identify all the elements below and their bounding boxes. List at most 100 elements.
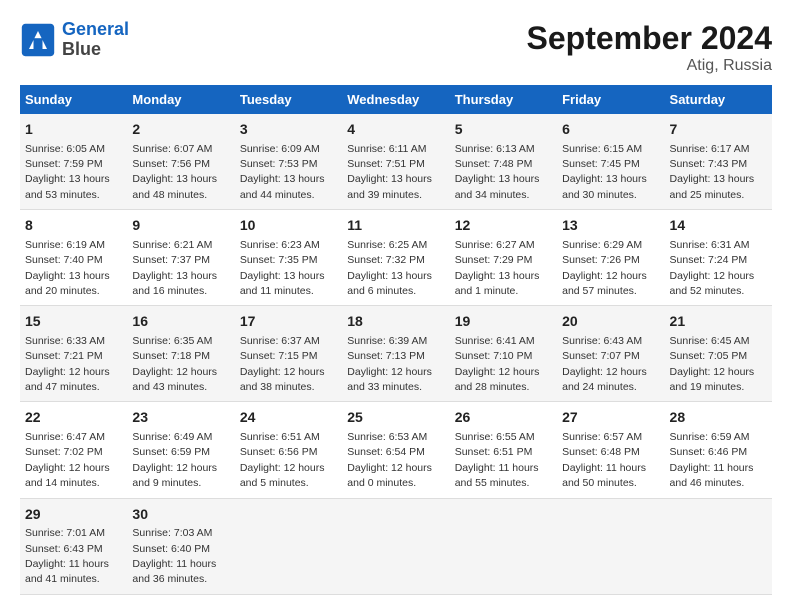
daylight: Daylight: 11 hours and 50 minutes. <box>562 462 646 489</box>
sunrise: Sunrise: 6:41 AM <box>455 335 535 347</box>
weekday-header-wednesday: Wednesday <box>342 85 449 114</box>
sunrise: Sunrise: 6:15 AM <box>562 143 642 155</box>
weekday-header-monday: Monday <box>127 85 234 114</box>
sunset: Sunset: 6:40 PM <box>132 543 210 555</box>
weekday-header-saturday: Saturday <box>665 85 772 114</box>
sunrise: Sunrise: 6:25 AM <box>347 239 427 251</box>
calendar-cell: 15 Sunrise: 6:33 AM Sunset: 7:21 PM Dayl… <box>20 306 127 402</box>
calendar-cell: 12 Sunrise: 6:27 AM Sunset: 7:29 PM Dayl… <box>450 210 557 306</box>
calendar-cell: 23 Sunrise: 6:49 AM Sunset: 6:59 PM Dayl… <box>127 402 234 498</box>
sunrise: Sunrise: 6:57 AM <box>562 431 642 443</box>
sunset: Sunset: 7:18 PM <box>132 350 210 362</box>
daylight: Daylight: 12 hours and 24 minutes. <box>562 366 647 393</box>
day-number: 8 <box>25 216 122 236</box>
calendar-cell: 1 Sunrise: 6:05 AM Sunset: 7:59 PM Dayli… <box>20 114 127 210</box>
sunrise: Sunrise: 6:45 AM <box>670 335 750 347</box>
sunrise: Sunrise: 6:07 AM <box>132 143 212 155</box>
daylight: Daylight: 13 hours and 6 minutes. <box>347 270 432 297</box>
day-number: 9 <box>132 216 229 236</box>
daylight: Daylight: 13 hours and 1 minute. <box>455 270 540 297</box>
day-number: 18 <box>347 312 444 332</box>
day-number: 10 <box>240 216 337 236</box>
calendar-cell: 28 Sunrise: 6:59 AM Sunset: 6:46 PM Dayl… <box>665 402 772 498</box>
sunset: Sunset: 7:51 PM <box>347 158 425 170</box>
day-number: 26 <box>455 408 552 428</box>
calendar-cell <box>342 498 449 594</box>
weekday-header-sunday: Sunday <box>20 85 127 114</box>
day-number: 5 <box>455 120 552 140</box>
daylight: Daylight: 12 hours and 14 minutes. <box>25 462 110 489</box>
calendar-cell: 16 Sunrise: 6:35 AM Sunset: 7:18 PM Dayl… <box>127 306 234 402</box>
calendar-table: SundayMondayTuesdayWednesdayThursdayFrid… <box>20 85 772 595</box>
sunrise: Sunrise: 6:19 AM <box>25 239 105 251</box>
daylight: Daylight: 12 hours and 57 minutes. <box>562 270 647 297</box>
day-number: 6 <box>562 120 659 140</box>
calendar-cell: 8 Sunrise: 6:19 AM Sunset: 7:40 PM Dayli… <box>20 210 127 306</box>
day-number: 12 <box>455 216 552 236</box>
calendar-cell: 21 Sunrise: 6:45 AM Sunset: 7:05 PM Dayl… <box>665 306 772 402</box>
calendar-cell: 7 Sunrise: 6:17 AM Sunset: 7:43 PM Dayli… <box>665 114 772 210</box>
weekday-header-friday: Friday <box>557 85 664 114</box>
calendar-cell: 5 Sunrise: 6:13 AM Sunset: 7:48 PM Dayli… <box>450 114 557 210</box>
calendar-cell: 11 Sunrise: 6:25 AM Sunset: 7:32 PM Dayl… <box>342 210 449 306</box>
day-number: 25 <box>347 408 444 428</box>
day-number: 16 <box>132 312 229 332</box>
sunset: Sunset: 7:15 PM <box>240 350 318 362</box>
sunset: Sunset: 7:48 PM <box>455 158 533 170</box>
sunset: Sunset: 7:43 PM <box>670 158 748 170</box>
daylight: Daylight: 12 hours and 43 minutes. <box>132 366 217 393</box>
daylight: Daylight: 12 hours and 28 minutes. <box>455 366 540 393</box>
day-number: 13 <box>562 216 659 236</box>
day-number: 24 <box>240 408 337 428</box>
sunset: Sunset: 7:35 PM <box>240 254 318 266</box>
daylight: Daylight: 12 hours and 5 minutes. <box>240 462 325 489</box>
sunset: Sunset: 6:54 PM <box>347 446 425 458</box>
calendar-cell: 13 Sunrise: 6:29 AM Sunset: 7:26 PM Dayl… <box>557 210 664 306</box>
calendar-cell: 6 Sunrise: 6:15 AM Sunset: 7:45 PM Dayli… <box>557 114 664 210</box>
sunset: Sunset: 7:29 PM <box>455 254 533 266</box>
calendar-cell: 18 Sunrise: 6:39 AM Sunset: 7:13 PM Dayl… <box>342 306 449 402</box>
calendar-cell: 9 Sunrise: 6:21 AM Sunset: 7:37 PM Dayli… <box>127 210 234 306</box>
sunrise: Sunrise: 6:31 AM <box>670 239 750 251</box>
calendar-cell: 29 Sunrise: 7:01 AM Sunset: 6:43 PM Dayl… <box>20 498 127 594</box>
day-number: 23 <box>132 408 229 428</box>
daylight: Daylight: 13 hours and 11 minutes. <box>240 270 325 297</box>
calendar-week-row: 29 Sunrise: 7:01 AM Sunset: 6:43 PM Dayl… <box>20 498 772 594</box>
daylight: Daylight: 13 hours and 34 minutes. <box>455 173 540 200</box>
sunrise: Sunrise: 6:29 AM <box>562 239 642 251</box>
sunrise: Sunrise: 6:17 AM <box>670 143 750 155</box>
calendar-cell: 24 Sunrise: 6:51 AM Sunset: 6:56 PM Dayl… <box>235 402 342 498</box>
calendar-cell: 10 Sunrise: 6:23 AM Sunset: 7:35 PM Dayl… <box>235 210 342 306</box>
calendar-cell: 17 Sunrise: 6:37 AM Sunset: 7:15 PM Dayl… <box>235 306 342 402</box>
day-number: 20 <box>562 312 659 332</box>
calendar-cell: 20 Sunrise: 6:43 AM Sunset: 7:07 PM Dayl… <box>557 306 664 402</box>
day-number: 19 <box>455 312 552 332</box>
sunset: Sunset: 7:59 PM <box>25 158 103 170</box>
sunset: Sunset: 7:53 PM <box>240 158 318 170</box>
daylight: Daylight: 12 hours and 38 minutes. <box>240 366 325 393</box>
sunset: Sunset: 7:32 PM <box>347 254 425 266</box>
sunset: Sunset: 6:48 PM <box>562 446 640 458</box>
sunrise: Sunrise: 6:13 AM <box>455 143 535 155</box>
sunset: Sunset: 7:21 PM <box>25 350 103 362</box>
logo-text: GeneralBlue <box>62 20 129 60</box>
calendar-cell: 27 Sunrise: 6:57 AM Sunset: 6:48 PM Dayl… <box>557 402 664 498</box>
day-number: 14 <box>670 216 767 236</box>
sunrise: Sunrise: 6:49 AM <box>132 431 212 443</box>
day-number: 27 <box>562 408 659 428</box>
day-number: 4 <box>347 120 444 140</box>
weekday-header-tuesday: Tuesday <box>235 85 342 114</box>
daylight: Daylight: 11 hours and 41 minutes. <box>25 558 109 585</box>
sunset: Sunset: 7:40 PM <box>25 254 103 266</box>
day-number: 29 <box>25 505 122 525</box>
day-number: 28 <box>670 408 767 428</box>
day-number: 15 <box>25 312 122 332</box>
sunset: Sunset: 7:37 PM <box>132 254 210 266</box>
day-number: 30 <box>132 505 229 525</box>
day-number: 22 <box>25 408 122 428</box>
calendar-week-row: 15 Sunrise: 6:33 AM Sunset: 7:21 PM Dayl… <box>20 306 772 402</box>
daylight: Daylight: 11 hours and 36 minutes. <box>132 558 216 585</box>
calendar-week-row: 1 Sunrise: 6:05 AM Sunset: 7:59 PM Dayli… <box>20 114 772 210</box>
daylight: Daylight: 12 hours and 9 minutes. <box>132 462 217 489</box>
sunrise: Sunrise: 6:47 AM <box>25 431 105 443</box>
